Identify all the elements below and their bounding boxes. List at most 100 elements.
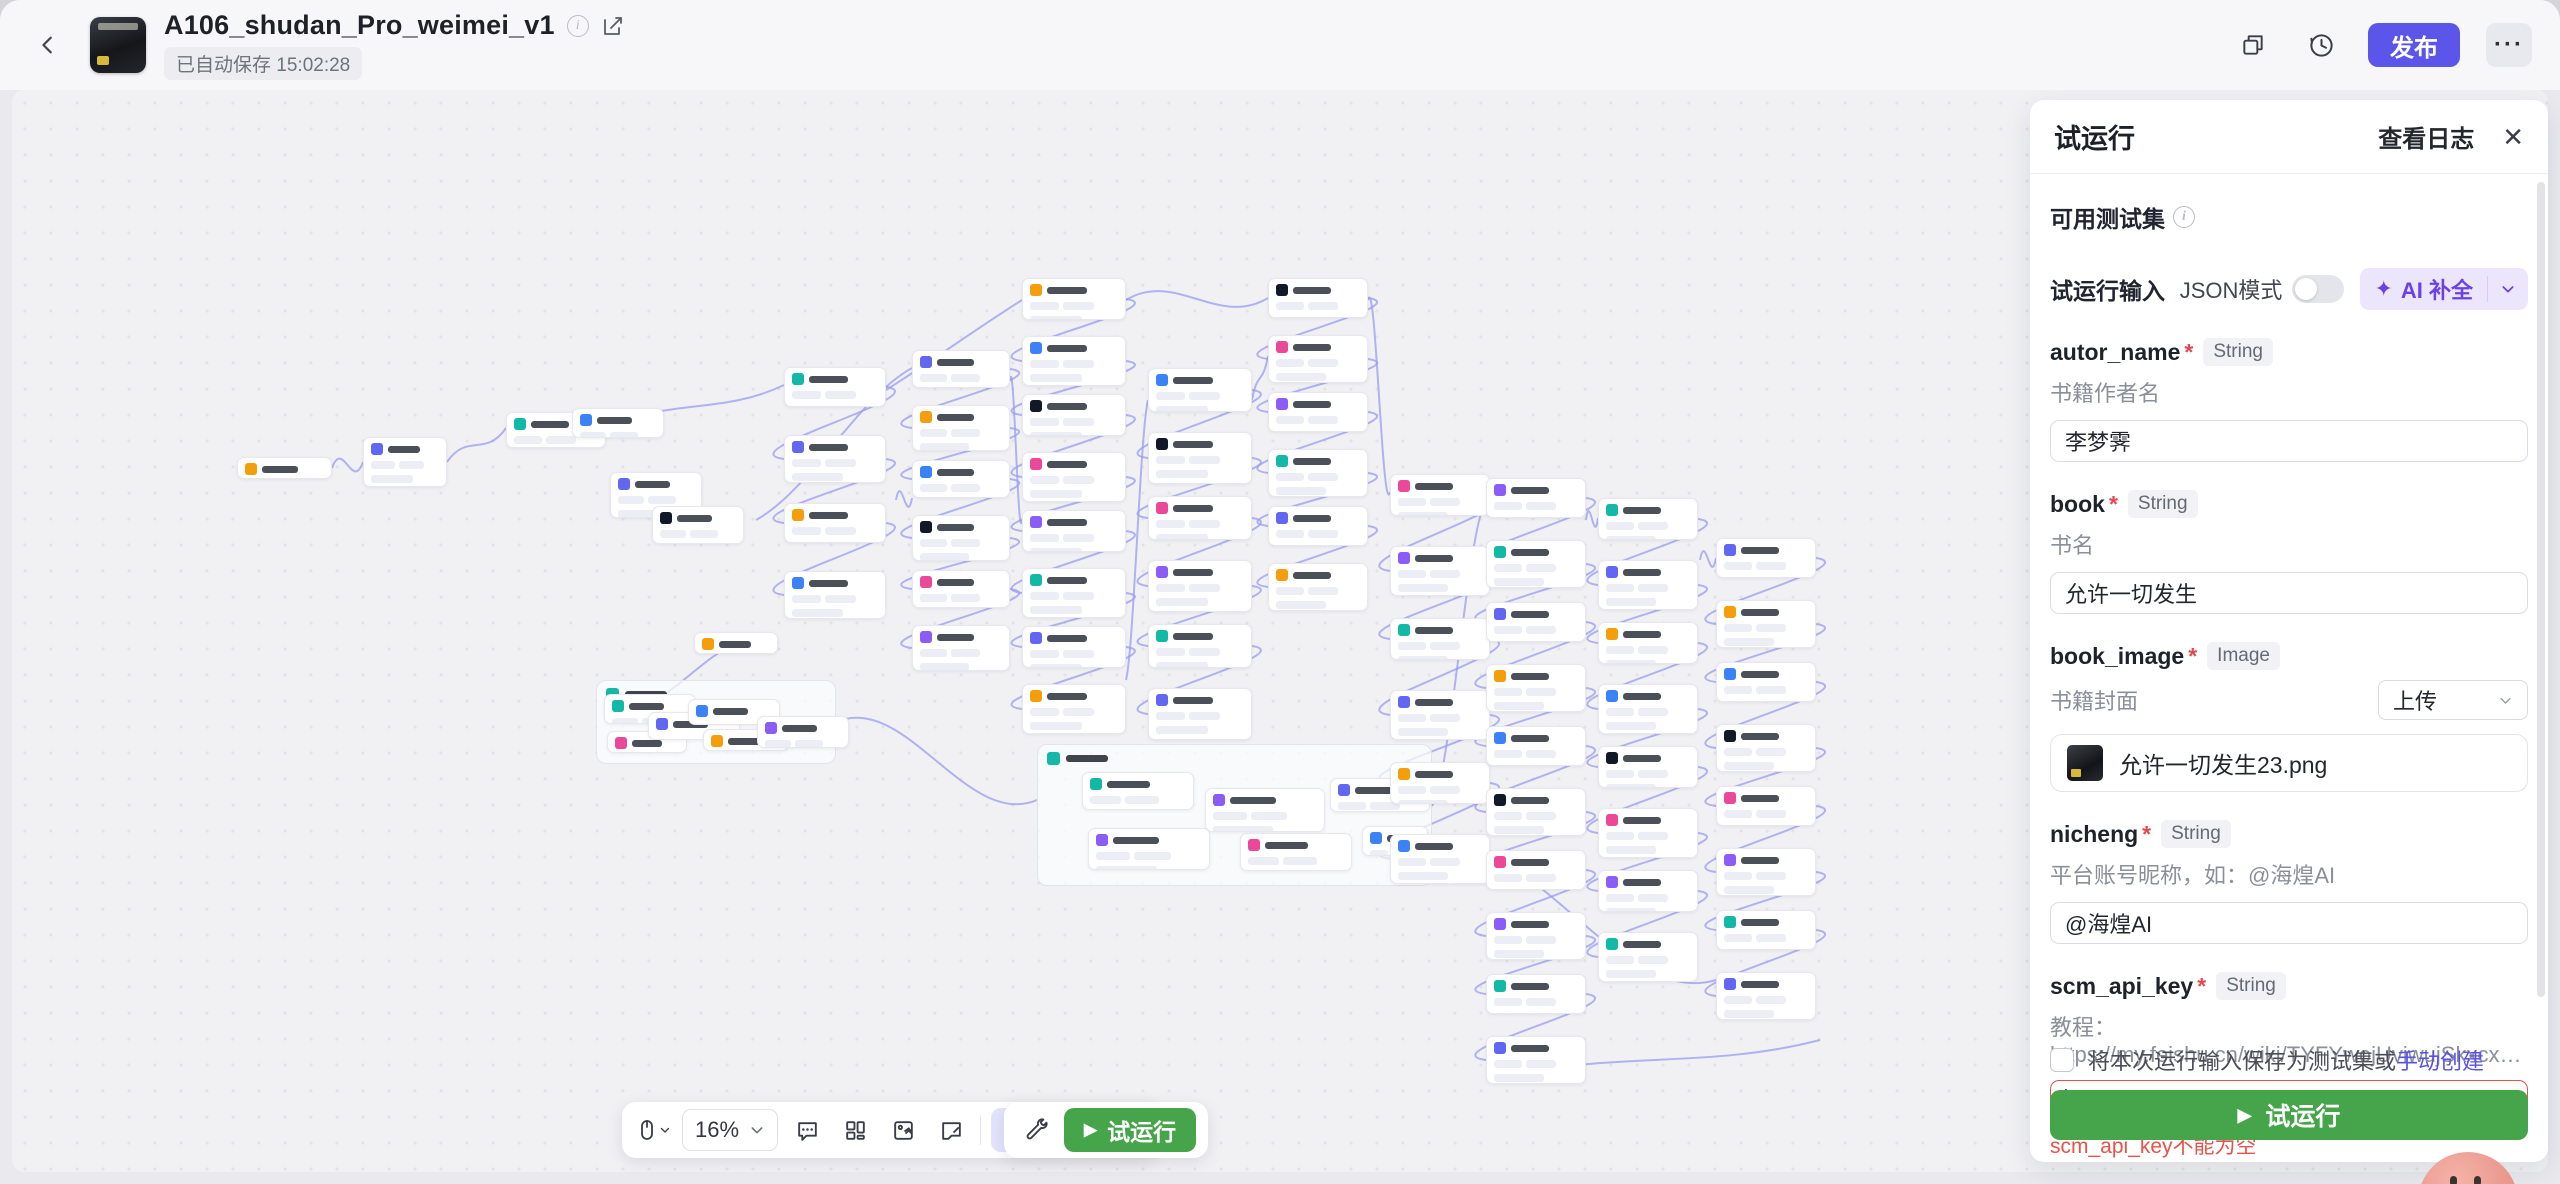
upload-method-select[interactable]: 上传 (2378, 680, 2528, 720)
workflow-node[interactable] (1022, 626, 1126, 668)
workflow-node[interactable] (1205, 788, 1325, 832)
note-icon[interactable] (932, 1111, 970, 1149)
workflow-node[interactable] (1716, 848, 1816, 896)
workflow-node[interactable] (237, 457, 332, 479)
workflow-node[interactable] (1486, 1036, 1586, 1084)
workflow-node[interactable] (1390, 690, 1490, 740)
workflow-node[interactable] (652, 506, 744, 544)
info-icon[interactable]: i (2173, 206, 2195, 228)
workflow-node[interactable] (784, 571, 886, 619)
workflow-node[interactable] (1148, 496, 1252, 540)
workflow-node[interactable] (1022, 568, 1126, 618)
workflow-node[interactable] (1022, 684, 1126, 734)
workflow-node[interactable] (1148, 624, 1252, 668)
workflow-node[interactable] (1390, 762, 1490, 804)
workflow-node[interactable] (363, 437, 447, 487)
publish-button[interactable]: 发布 (2368, 23, 2460, 67)
book-input[interactable] (2050, 572, 2528, 614)
workflow-node[interactable] (1486, 602, 1586, 642)
workflow-node[interactable] (1598, 560, 1698, 610)
workflow-node[interactable] (1022, 336, 1126, 386)
workflow-node[interactable] (1486, 788, 1586, 836)
workflow-node[interactable] (912, 460, 1010, 498)
workflow-node[interactable] (784, 503, 886, 543)
workflow-node[interactable] (1088, 828, 1210, 870)
workflow-node[interactable] (1268, 278, 1368, 318)
workflow-node[interactable] (1148, 432, 1252, 484)
workflow-node[interactable] (1598, 622, 1698, 664)
workflow-node[interactable] (1390, 474, 1490, 516)
workflow-node[interactable] (1716, 724, 1816, 772)
workflow-node[interactable] (1022, 394, 1126, 436)
workflow-node[interactable] (694, 632, 778, 654)
workflow-node[interactable] (1390, 618, 1490, 660)
image-icon[interactable] (884, 1111, 922, 1149)
test-run-button[interactable]: ▶ 试运行 (1064, 1108, 1197, 1152)
workflow-node[interactable] (784, 435, 886, 483)
workflow-node[interactable] (1022, 510, 1126, 552)
workflow-node[interactable] (912, 570, 1010, 608)
chevron-down-icon[interactable] (2488, 281, 2528, 297)
workflow-node[interactable] (1716, 538, 1816, 578)
workflow-node[interactable] (1486, 850, 1586, 890)
workflow-node[interactable] (912, 350, 1010, 388)
workflow-node[interactable] (1486, 912, 1586, 960)
more-button[interactable]: ··· (2486, 23, 2532, 67)
workflow-node[interactable] (912, 625, 1010, 671)
workflow-node[interactable] (1486, 478, 1586, 518)
panel-scrollbar[interactable] (2537, 182, 2545, 997)
workflow-node[interactable] (1022, 452, 1126, 502)
workflow-node[interactable] (1268, 506, 1368, 546)
workflow-node[interactable] (1716, 786, 1816, 826)
workflow-node[interactable] (1268, 335, 1368, 383)
uploaded-file-item[interactable]: 允许一切发生23.png (2050, 734, 2528, 792)
workflow-node[interactable] (1390, 546, 1490, 596)
autor-name-input[interactable] (2050, 420, 2528, 462)
workflow-node[interactable] (1716, 972, 1816, 1020)
ai-complete-button[interactable]: ✦ AI 补全 (2360, 268, 2528, 310)
workflow-node[interactable] (1598, 870, 1698, 912)
workflow-node[interactable] (1082, 772, 1194, 810)
history-icon[interactable] (2300, 24, 2342, 66)
workflow-node[interactable] (1598, 932, 1698, 982)
workflow-node[interactable] (1390, 834, 1490, 884)
workflow-node[interactable] (1486, 664, 1586, 712)
workflow-node[interactable] (1716, 662, 1816, 702)
layout-grid-icon[interactable] (836, 1111, 874, 1149)
manual-create-link[interactable]: 手动创建 (2396, 1049, 2484, 1074)
workflow-node[interactable] (1268, 563, 1368, 611)
pointer-mode-icon[interactable] (634, 1111, 672, 1149)
view-logs-button[interactable]: 查看日志 (2378, 119, 2474, 154)
workflow-node[interactable] (1716, 600, 1816, 648)
save-as-testset-checkbox[interactable] (2050, 1048, 2074, 1072)
close-icon[interactable]: ✕ (2502, 124, 2524, 150)
nicheng-input[interactable] (2050, 902, 2528, 944)
workflow-node[interactable] (572, 408, 664, 438)
edit-icon[interactable] (601, 14, 625, 38)
info-icon[interactable]: i (566, 14, 589, 37)
workflow-node[interactable] (1598, 684, 1698, 734)
zoom-select[interactable]: 16% (682, 1109, 778, 1151)
panel-test-run-button[interactable]: ▶ 试运行 (2050, 1090, 2528, 1140)
back-button[interactable] (28, 25, 68, 65)
workflow-node[interactable] (1598, 498, 1698, 540)
workflow-node[interactable] (1486, 974, 1586, 1014)
workflow-node[interactable] (1598, 808, 1698, 858)
workflow-node[interactable] (1486, 726, 1586, 766)
workflow-node[interactable] (1148, 560, 1252, 612)
workflow-node[interactable] (1240, 833, 1352, 871)
workflow-node[interactable] (1716, 910, 1816, 950)
workflow-node[interactable] (784, 367, 886, 407)
workflow-node[interactable] (1268, 392, 1368, 432)
workflow-node[interactable] (1148, 688, 1252, 740)
workflow-node[interactable] (912, 515, 1010, 561)
comment-icon[interactable] (788, 1111, 826, 1149)
workflow-node[interactable] (1598, 746, 1698, 788)
workflow-node[interactable] (1268, 449, 1368, 497)
workflow-node[interactable] (1148, 368, 1252, 412)
duplicate-icon[interactable] (2232, 24, 2274, 66)
workflow-node[interactable] (1486, 540, 1586, 588)
wrench-icon[interactable] (1016, 1111, 1054, 1149)
workflow-node[interactable] (912, 405, 1010, 451)
workflow-node[interactable] (1022, 278, 1126, 320)
